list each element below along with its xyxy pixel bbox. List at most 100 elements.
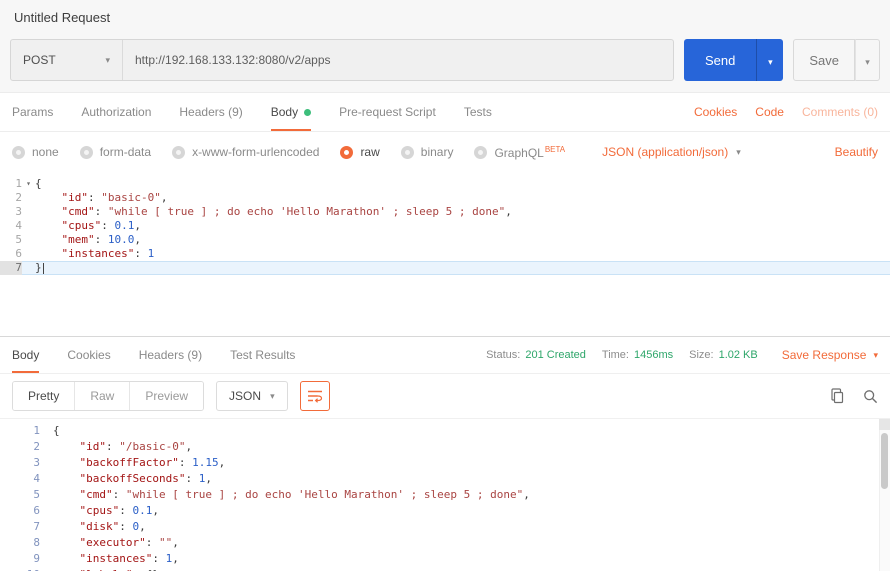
tab-pre-request-script[interactable]: Pre-request Script	[339, 93, 436, 131]
tab-body[interactable]: Body	[271, 93, 311, 131]
radio-label: GraphQLBETA	[494, 145, 565, 160]
code-line[interactable]: 3 "cmd": "while [ true ] ; do echo 'Hell…	[0, 205, 890, 219]
method-select[interactable]: POST ▾	[11, 40, 123, 80]
chevron-down-icon: ▾	[736, 148, 741, 157]
body-mode-graphql[interactable]: GraphQLBETA	[474, 145, 565, 160]
code-link[interactable]: Code	[755, 105, 784, 119]
code-line[interactable]: 2 "id": "/basic-0",	[0, 439, 890, 455]
send-button[interactable]: Send	[684, 39, 756, 81]
save-options-button[interactable]: ▾	[855, 39, 880, 81]
chevron-down-icon: ▾	[873, 351, 878, 360]
body-filled-indicator	[304, 109, 311, 116]
content-type-select[interactable]: JSON (application/json) ▾	[602, 145, 741, 159]
view-preview-button[interactable]: Preview	[129, 382, 203, 410]
response-body-editor[interactable]: 1{2 "id": "/basic-0",3 "backoffFactor": …	[0, 423, 890, 571]
copy-response-button[interactable]	[830, 388, 845, 404]
title-bar: Untitled Request	[0, 0, 890, 34]
view-mode-segmented: Pretty Raw Preview	[12, 381, 204, 411]
line-number: 5	[0, 487, 40, 503]
fold-caret-icon[interactable]: ▾	[22, 177, 35, 191]
chevron-down-icon: ▾	[768, 57, 773, 67]
code-text: "instances": 1,	[53, 551, 179, 567]
radio-icon	[172, 146, 185, 159]
code-line[interactable]: 5 "cmd": "while [ true ] ; do echo 'Hell…	[0, 487, 890, 503]
response-meta: Status: 201 Created Time: 1456ms Size: 1…	[486, 337, 878, 373]
send-split-button: Send ▾	[684, 39, 783, 81]
wrap-lines-button[interactable]	[300, 381, 330, 411]
request-body-editor[interactable]: 1▾{2 "id": "basic-0",3 "cmd": "while [ t…	[0, 172, 890, 337]
body-mode-row: none form-data x-www-form-urlencoded raw…	[0, 132, 890, 172]
code-text: "disk": 0,	[53, 519, 146, 535]
line-number: 7	[0, 519, 40, 535]
body-mode-binary[interactable]: binary	[401, 145, 454, 159]
code-line[interactable]: 1{	[0, 423, 890, 439]
tab-authorization[interactable]: Authorization	[81, 93, 151, 131]
response-tab-headers[interactable]: Headers (9)	[139, 337, 202, 373]
chevron-down-icon: ▾	[105, 56, 110, 65]
chevron-down-icon: ▾	[865, 57, 870, 67]
code-text: "backoffSeconds": 1,	[53, 471, 212, 487]
code-line[interactable]: 4 "backoffSeconds": 1,	[0, 471, 890, 487]
save-response-label: Save Response	[782, 348, 867, 362]
code-text: "id": "basic-0",	[35, 191, 167, 205]
body-mode-none[interactable]: none	[12, 145, 59, 159]
code-line[interactable]: 1▾{	[0, 177, 890, 191]
url-input[interactable]	[123, 40, 673, 80]
beautify-link[interactable]: Beautify	[835, 145, 878, 159]
code-line[interactable]: 7 "disk": 0,	[0, 519, 890, 535]
search-response-button[interactable]	[863, 389, 878, 404]
response-toolbar-right	[830, 388, 878, 404]
code-line[interactable]: 2 "id": "basic-0",	[0, 191, 890, 205]
tab-tests[interactable]: Tests	[464, 93, 492, 131]
code-line[interactable]: 7}	[0, 261, 890, 275]
comments-link[interactable]: Comments (0)	[802, 105, 878, 119]
code-text: "labels": {},	[53, 567, 166, 571]
request-tabs-right: Cookies Code Comments (0)	[694, 93, 878, 131]
radio-label: binary	[421, 145, 454, 159]
code-line[interactable]: 6 "instances": 1	[0, 247, 890, 261]
response-language-select[interactable]: JSON ▾	[216, 381, 288, 411]
line-number: 7	[0, 261, 22, 275]
body-mode-urlencoded[interactable]: x-www-form-urlencoded	[172, 145, 319, 159]
code-text: "instances": 1	[35, 247, 154, 261]
wrap-lines-icon	[307, 389, 323, 403]
view-raw-button[interactable]: Raw	[74, 382, 129, 410]
size-value: 1.02 KB	[719, 349, 758, 361]
tab-body-label: Body	[271, 105, 298, 119]
request-bar: POST ▾ Send ▾ Save ▾	[0, 34, 890, 93]
code-line[interactable]: 6 "cpus": 0.1,	[0, 503, 890, 519]
save-response-button[interactable]: Save Response ▾	[782, 348, 878, 362]
body-mode-form-data[interactable]: form-data	[80, 145, 151, 159]
body-mode-raw[interactable]: raw	[340, 145, 379, 159]
code-line[interactable]: 10 "labels": {},	[0, 567, 890, 571]
content-type-label: JSON (application/json)	[602, 145, 728, 159]
send-options-button[interactable]: ▾	[756, 39, 783, 81]
chevron-down-icon: ▾	[270, 392, 275, 401]
tab-params[interactable]: Params	[12, 93, 53, 131]
save-button[interactable]: Save	[793, 39, 855, 81]
code-line[interactable]: 5 "mem": 10.0,	[0, 233, 890, 247]
cookies-link[interactable]: Cookies	[694, 105, 737, 119]
scrollbar-top-button[interactable]	[879, 419, 890, 430]
code-line[interactable]: 3 "backoffFactor": 1.15,	[0, 455, 890, 471]
code-text: "cpus": 0.1,	[35, 219, 141, 233]
response-scrollbar[interactable]	[879, 419, 890, 571]
code-line[interactable]: 4 "cpus": 0.1,	[0, 219, 890, 233]
line-number: 2	[0, 191, 22, 205]
radio-label: raw	[360, 145, 379, 159]
code-text: {	[35, 177, 42, 191]
radio-icon	[401, 146, 414, 159]
tab-headers[interactable]: Headers (9)	[179, 93, 242, 131]
code-line[interactable]: 9 "instances": 1,	[0, 551, 890, 567]
response-tab-test-results[interactable]: Test Results	[230, 337, 295, 373]
response-tab-cookies[interactable]: Cookies	[67, 337, 110, 373]
code-line[interactable]: 8 "executor": "",	[0, 535, 890, 551]
radio-label: none	[32, 145, 59, 159]
scrollbar-thumb[interactable]	[881, 433, 888, 489]
view-pretty-button[interactable]: Pretty	[13, 382, 74, 410]
line-number: 3	[0, 205, 22, 219]
response-tab-body[interactable]: Body	[12, 337, 39, 373]
line-number: 1	[0, 177, 22, 191]
time-label: Time:	[602, 349, 629, 361]
code-text: }	[35, 261, 42, 275]
